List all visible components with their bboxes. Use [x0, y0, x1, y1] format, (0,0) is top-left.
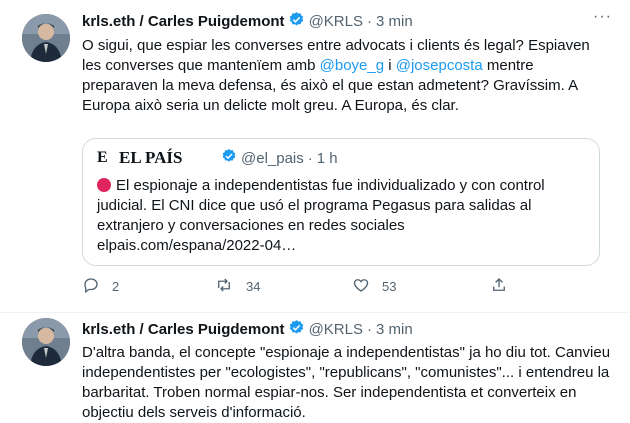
tweet-text: O sigui, que espiar les converses entre …	[82, 36, 612, 116]
like-count: 53	[382, 279, 397, 294]
more-icon[interactable]: ···	[593, 8, 612, 26]
verified-badge-icon	[288, 319, 305, 340]
quoted-text-body: El espionaje a independentistas fue indi…	[97, 177, 545, 234]
mention-link[interactable]: @josepcosta	[396, 57, 483, 74]
tweet-header: krls.eth / Carles Puigdemont @KRLS · 3 m…	[82, 10, 413, 32]
retweet-count: 34	[246, 279, 261, 294]
quoted-tweet[interactable]: E EL PAÍS @el_pais · 1 h El espionaje a …	[82, 138, 600, 266]
like-icon	[352, 276, 382, 297]
verified-badge-icon	[288, 11, 305, 32]
avatar[interactable]	[22, 14, 70, 62]
tweet-text: D'altra banda, el concepte "espionaje a …	[82, 344, 611, 421]
tweet-2[interactable]: krls.eth / Carles Puigdemont @KRLS · 3 m…	[0, 313, 630, 421]
verified-badge-icon	[221, 148, 237, 168]
separator: ·	[307, 149, 313, 167]
display-name[interactable]: krls.eth / Carles Puigdemont	[82, 13, 285, 30]
tweet-text-part: i	[384, 57, 396, 74]
quoted-link[interactable]: elpais.com/espana/2022-04…	[97, 237, 296, 254]
mention-link[interactable]: @boye_g	[320, 57, 384, 74]
retweet-icon	[214, 276, 246, 297]
red-circle-icon	[97, 178, 111, 192]
retweet-button[interactable]: 34	[214, 276, 260, 297]
timestamp[interactable]: 3 min	[376, 321, 413, 338]
quoted-handle[interactable]: @el_pais	[241, 150, 304, 167]
like-button[interactable]: 53	[352, 276, 396, 297]
quoted-meta: @el_pais · 1 h	[221, 148, 338, 168]
quoted-timestamp[interactable]: 1 h	[317, 150, 338, 167]
quoted-display-name[interactable]: EL PAÍS	[119, 148, 182, 168]
reply-button[interactable]: 2	[82, 276, 119, 297]
tweet-header: krls.eth / Carles Puigdemont @KRLS · 3 m…	[82, 318, 413, 340]
handle[interactable]: @KRLS	[309, 321, 363, 338]
reply-icon	[82, 276, 112, 297]
avatar[interactable]	[22, 318, 70, 366]
display-name[interactable]: krls.eth / Carles Puigdemont	[82, 321, 285, 338]
tweet-actions: 2 34 53	[82, 276, 622, 298]
tweet-1[interactable]: krls.eth / Carles Puigdemont @KRLS · 3 m…	[0, 0, 630, 318]
el-pais-logo: E	[97, 149, 108, 166]
share-button[interactable]	[490, 276, 520, 297]
timestamp[interactable]: 3 min	[376, 13, 413, 30]
share-icon	[490, 276, 520, 297]
handle[interactable]: @KRLS	[309, 13, 363, 30]
reply-count: 2	[112, 279, 120, 294]
separator: ·	[366, 12, 372, 30]
separator: ·	[366, 320, 372, 338]
quoted-text: El espionaje a independentistas fue indi…	[97, 176, 587, 256]
